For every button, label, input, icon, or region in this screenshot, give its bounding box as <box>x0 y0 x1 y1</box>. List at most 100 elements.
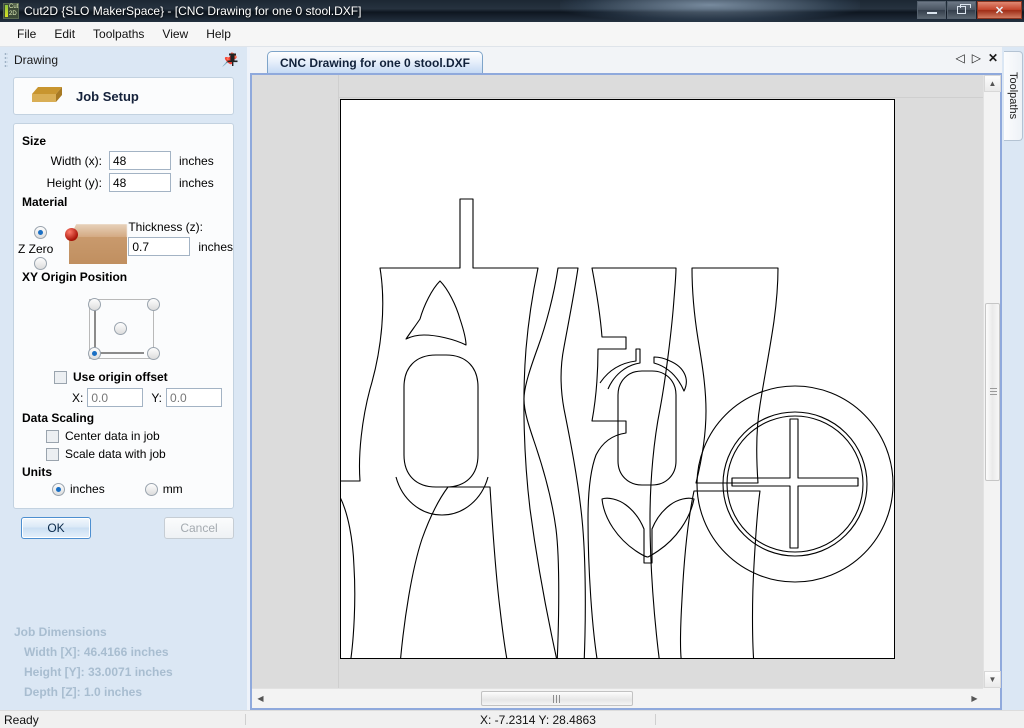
drawing-panel-header: Drawing 📌 <box>0 47 247 73</box>
menu-item-view[interactable]: View <box>153 24 197 44</box>
drawing-canvas[interactable] <box>252 75 983 688</box>
origin-offset-y-input[interactable] <box>166 388 223 407</box>
thickness-input[interactable] <box>128 237 191 256</box>
units-mm-label: mm <box>162 482 183 496</box>
xy-origin-section-label: XY Origin Position <box>22 270 128 284</box>
xy-origin-bottom-left-radio[interactable] <box>88 347 101 360</box>
xy-origin-bottom-right-radio[interactable] <box>147 347 160 360</box>
scale-data-row[interactable]: Scale data with job <box>46 447 233 461</box>
canvas-left-margin <box>252 75 339 688</box>
job-dimensions: Job Dimensions Width [X]: 46.4166 inches… <box>0 622 247 702</box>
xy-origin-widget[interactable] <box>82 292 166 366</box>
minimize-button[interactable] <box>917 1 946 19</box>
job-setup-label: Job Setup <box>76 88 139 104</box>
document-tab-strip: CNC Drawing for one 0 stool.DXF ◁ ▷ ✕ <box>250 47 1002 73</box>
dialog-buttons: OK Cancel <box>13 517 234 539</box>
document-tab[interactable]: CNC Drawing for one 0 stool.DXF <box>267 51 484 73</box>
status-ready-text: Ready <box>4 712 39 727</box>
center-data-label: Center data in job <box>65 429 160 443</box>
horizontal-scrollbar[interactable]: ◀ ▶ <box>252 688 983 708</box>
toolpaths-tab-label: Toolpaths <box>1007 72 1019 120</box>
thickness-units: inches <box>198 239 233 254</box>
canvas-top-margin <box>252 75 983 98</box>
menu-bar: File Edit Toolpaths View Help <box>0 22 1024 47</box>
use-origin-offset-row[interactable]: Use origin offset <box>54 370 233 384</box>
vertical-scroll-track[interactable] <box>984 92 1001 671</box>
job-setup-form: Size Width (x): inches Height (y): inche… <box>13 123 234 509</box>
scroll-up-button[interactable]: ▲ <box>984 75 1001 92</box>
status-bar: Ready X: -7.2314 Y: 28.4863 <box>0 710 1024 728</box>
material-front-face <box>69 237 128 264</box>
vertical-scrollbar[interactable]: ▲ ▼ <box>983 75 1001 688</box>
dxf-geometry <box>340 198 894 659</box>
origin-offset-x-input[interactable] <box>87 388 144 407</box>
thickness-label: Thickness (z): <box>128 220 203 234</box>
panel-drag-grip[interactable] <box>4 52 8 68</box>
thickness-block: Thickness (z): inches <box>128 212 233 256</box>
scroll-down-button[interactable]: ▼ <box>984 671 1001 688</box>
z-zero-radio-group: Z Zero <box>14 212 66 270</box>
document-frame: ▲ ▼ ◀ ▶ <box>250 73 1002 710</box>
menu-item-help[interactable]: Help <box>197 24 240 44</box>
xy-origin-top-right-radio[interactable] <box>147 298 160 311</box>
toolpaths-tab[interactable]: Toolpaths <box>1004 51 1023 141</box>
center-data-row[interactable]: Center data in job <box>46 429 233 443</box>
title-bar: Cut 2D Cut2D {SLO MakerSpace} - [CNC Draw… <box>0 0 1024 22</box>
close-button[interactable]: ✕ <box>977 1 1022 19</box>
units-inches-label: inches <box>70 482 105 496</box>
pushpin-icon[interactable]: 📌 <box>222 52 238 68</box>
units-mm-radio[interactable] <box>144 482 158 496</box>
material-section-label: Material <box>22 195 68 209</box>
menu-item-toolpaths[interactable]: Toolpaths <box>84 24 153 44</box>
scale-data-label: Scale data with job <box>65 447 166 461</box>
xy-origin-edge-bottom <box>94 352 144 354</box>
center-data-checkbox[interactable] <box>46 429 59 443</box>
right-dock: Toolpaths <box>1002 47 1024 710</box>
material-preview-icon <box>65 216 128 266</box>
tab-next-icon[interactable]: ▷ <box>972 51 981 65</box>
cancel-button: Cancel <box>164 517 234 539</box>
height-input[interactable] <box>109 173 171 192</box>
menu-item-file[interactable]: File <box>8 24 45 44</box>
ok-button[interactable]: OK <box>21 517 91 539</box>
width-units: inches <box>179 153 214 168</box>
width-label: Width (x): <box>50 153 102 168</box>
vertical-scroll-thumb[interactable] <box>985 303 1000 481</box>
status-coordinates: X: -7.2314 Y: 28.4863 <box>480 712 596 727</box>
z-zero-bottom-radio[interactable] <box>33 257 47 270</box>
job-dimensions-height: Height [Y]: 33.0071 inches <box>24 665 173 679</box>
job-setup-header: Job Setup <box>13 77 234 115</box>
scrollbar-corner <box>983 688 1000 708</box>
job-dimensions-depth: Depth [Z]: 1.0 inches <box>24 685 143 699</box>
window-title: Cut2D {SLO MakerSpace} - [CNC Drawing fo… <box>24 4 362 18</box>
xy-origin-top-left-radio[interactable] <box>88 298 101 311</box>
tab-prev-icon[interactable]: ◁ <box>955 51 964 65</box>
drawing-panel: Drawing 📌 Job Setup Size Width (x): 48 i… <box>0 47 247 710</box>
panel-title: Drawing <box>14 53 59 67</box>
origin-offset-x-label: X: <box>72 390 84 405</box>
use-origin-offset-label: Use origin offset <box>73 370 168 384</box>
maximize-restore-button[interactable] <box>947 1 976 19</box>
scale-data-checkbox[interactable] <box>46 447 59 461</box>
drawing-panel-body: Job Setup Size Width (x): inches Height … <box>0 73 247 710</box>
units-inches-radio[interactable] <box>52 482 65 496</box>
menu-item-edit[interactable]: Edit <box>45 24 84 44</box>
horizontal-scroll-thumb[interactable] <box>481 691 633 706</box>
app-icon-bar <box>5 5 8 17</box>
tab-close-icon[interactable]: ✕ <box>988 51 998 65</box>
scroll-right-button[interactable]: ▶ <box>966 689 983 707</box>
origin-offset-y-label: Y: <box>151 390 163 405</box>
document-area: CNC Drawing for one 0 stool.DXF ◁ ▷ ✕ ▲ … <box>250 47 1002 710</box>
width-field-row: Width (x): inches <box>14 151 233 170</box>
use-origin-offset-checkbox[interactable] <box>54 370 67 384</box>
height-units: inches <box>179 175 214 190</box>
units-radio-group: inches mm <box>52 482 233 496</box>
xy-origin-center-radio[interactable] <box>114 322 127 335</box>
width-input[interactable] <box>109 151 171 170</box>
app-icon-label: Cut 2D <box>9 4 19 17</box>
z-zero-label: Z Zero <box>18 242 54 256</box>
scroll-left-button[interactable]: ◀ <box>252 689 269 707</box>
titlebar-glow <box>560 0 860 22</box>
app-icon: Cut 2D <box>3 3 19 19</box>
z-zero-top-radio[interactable] <box>33 226 47 239</box>
